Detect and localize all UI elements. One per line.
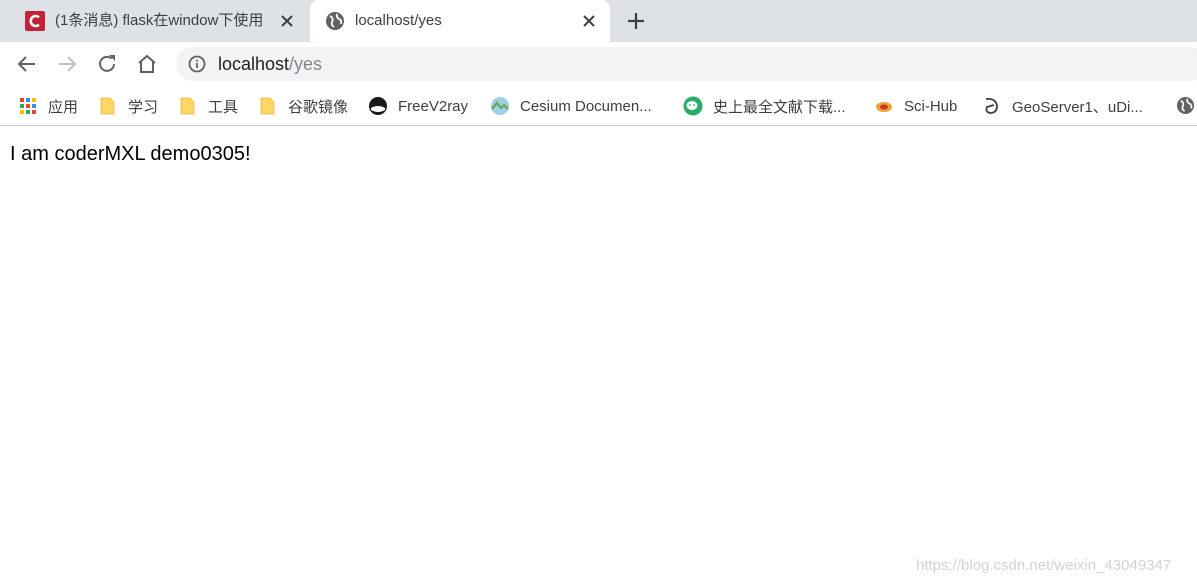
bookmark-label: 学习 (128, 98, 159, 116)
bookmark-wechat-article[interactable]: 史上最全文献下载... (683, 95, 846, 117)
cesium-icon (491, 97, 509, 115)
close-icon[interactable] (580, 12, 598, 30)
back-arrow-icon[interactable] (15, 52, 39, 76)
forward-arrow-icon[interactable] (55, 52, 79, 76)
bookmark-label: GeoServer1、uDi... (1012, 98, 1143, 116)
tab-strip: (1条消息) flask在window下使用 localhost/yes (0, 0, 1197, 42)
watermark: https://blog.csdn.net/weixin_43049347 (916, 557, 1172, 574)
bookmark-label: Cesium Documen... (520, 97, 652, 115)
bookmark-scihub[interactable]: Sci-Hub (874, 95, 957, 117)
reload-icon[interactable] (95, 52, 119, 76)
apps-grid-icon (20, 98, 36, 114)
bookmark-freev2ray[interactable]: FreeV2ray (368, 95, 468, 117)
folder-icon (100, 97, 115, 115)
bookmark-folder-xuexi[interactable]: 学习 (98, 95, 158, 117)
bookmark-label: 工具 (208, 98, 239, 116)
home-icon[interactable] (135, 52, 159, 76)
bookmark-cesium[interactable]: Cesium Documen... (490, 95, 652, 117)
url-path: /yes (289, 54, 323, 74)
bookmark-folder-gongju[interactable]: 工具 (178, 95, 238, 117)
bookmark-label: 应用 (48, 98, 79, 116)
bookmark-folder-guge[interactable]: 谷歌镜像 (258, 95, 348, 117)
tab-title: (1条消息) flask在window下使用 (55, 12, 264, 29)
tab-csdn[interactable]: (1条消息) flask在window下使用 (10, 0, 308, 42)
address-bar[interactable]: localhost/yes (176, 47, 1197, 81)
globe-icon (326, 12, 344, 30)
new-tab-plus-icon[interactable] (625, 10, 647, 32)
page-content: I am coderMXL demo0305! https://blog.csd… (0, 127, 1197, 586)
scihub-icon (876, 102, 892, 112)
globe-icon[interactable] (1176, 96, 1195, 115)
csdn-logo-icon (25, 11, 45, 31)
bookmark-apps[interactable]: 应用 (18, 95, 78, 117)
browser-toolbar: localhost/yes (0, 42, 1197, 86)
bookmarks-bar: 应用 学习 工具 谷歌镜像 FreeV2ray Cesium Documen..… (0, 86, 1197, 126)
wechat-icon (683, 96, 703, 116)
geoserver-icon (985, 97, 998, 114)
bookmark-label: 谷歌镜像 (288, 98, 349, 116)
bookmark-geoserver[interactable]: GeoServer1、uDi... (982, 95, 1143, 117)
info-icon[interactable] (188, 55, 206, 73)
folder-icon (260, 97, 275, 115)
folder-icon (180, 97, 195, 115)
tab-localhost[interactable]: localhost/yes (310, 0, 610, 42)
close-icon[interactable] (278, 12, 296, 30)
tab-title: localhost/yes (355, 12, 442, 29)
url-text[interactable]: localhost/yes (218, 53, 322, 75)
url-host: localhost (218, 54, 290, 74)
bookmark-label: Sci-Hub (904, 97, 958, 115)
bookmark-label: 史上最全文献下载... (713, 98, 846, 116)
bookmark-label: FreeV2ray (398, 97, 469, 115)
page-body-text: I am coderMXL demo0305! (10, 143, 251, 165)
freev2ray-icon (369, 97, 387, 115)
